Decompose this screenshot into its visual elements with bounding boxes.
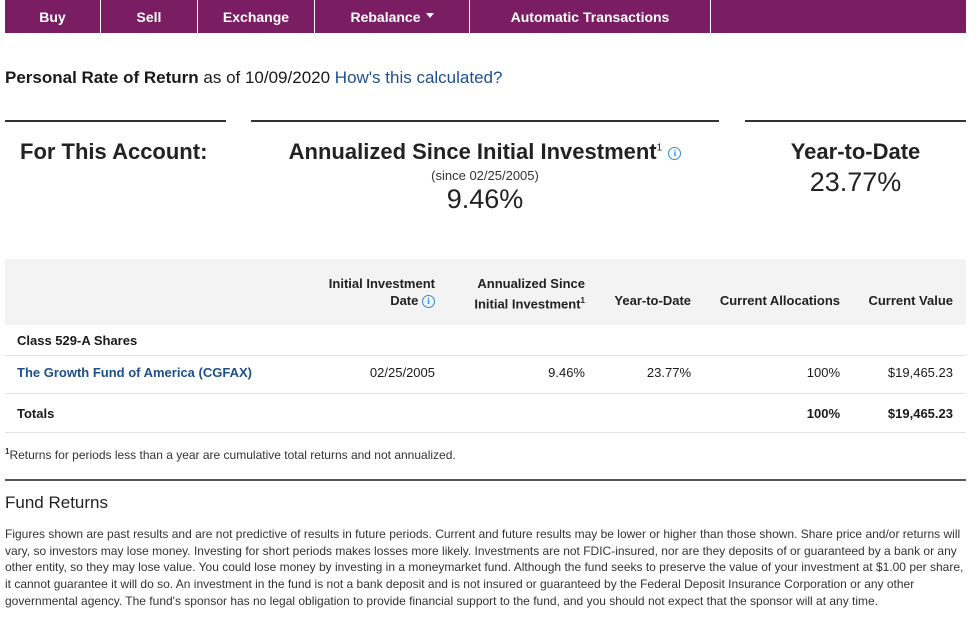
ytd-rule bbox=[745, 120, 966, 122]
fund-returns-title: Fund Returns bbox=[5, 493, 108, 512]
ytd-value: 23.77% bbox=[809, 167, 902, 197]
group-row: Class 529-A Shares bbox=[5, 333, 966, 353]
annualized-rule bbox=[251, 120, 719, 122]
col-initial-date-label: Date bbox=[390, 293, 419, 308]
section-divider bbox=[5, 479, 966, 481]
ytd-summary: Year-to-Date 23.77% bbox=[745, 139, 966, 198]
col-annualized-line2: Initial Investment1 bbox=[445, 292, 585, 312]
account-label: For This Account: bbox=[20, 139, 208, 164]
rebalance-label: Rebalance bbox=[350, 8, 421, 25]
col-initial-date: Initial Investment Date i bbox=[305, 275, 435, 309]
col-allocations: Current Allocations bbox=[719, 293, 840, 308]
fund-ytd: 23.77% bbox=[646, 365, 691, 380]
automatic-transactions-button[interactable]: Automatic Transactions bbox=[470, 0, 711, 33]
col-initial-date-line1: Initial Investment bbox=[328, 276, 435, 291]
fund-returns-disclosure: Figures shown are past results and are n… bbox=[5, 527, 964, 608]
annualized-summary: Annualized Since Initial Investment1 i (… bbox=[251, 139, 719, 215]
footnote: 1Returns for periods less than a year ar… bbox=[5, 447, 456, 462]
fund-initial-date: 02/25/2005 bbox=[369, 365, 435, 380]
exchange-label: Exchange bbox=[222, 8, 290, 25]
fund-value: $19,465.23 bbox=[887, 365, 953, 380]
ytd-title: Year-to-Date bbox=[790, 139, 921, 164]
table-header: Initial Investment Date i Annualized Sin… bbox=[5, 259, 966, 325]
buy-button[interactable]: Buy bbox=[5, 0, 101, 33]
col-annualized-label: Initial Investment bbox=[474, 296, 581, 312]
annualized-since: (since 02/25/2005) bbox=[431, 168, 539, 183]
footnote-text: Returns for periods less than a year are… bbox=[9, 448, 456, 462]
table-row: The Growth Fund of America (CGFAX) 02/25… bbox=[5, 365, 966, 385]
rebalance-dropdown[interactable]: Rebalance bbox=[315, 0, 470, 33]
info-icon[interactable]: i bbox=[422, 295, 435, 309]
rate-of-return-header: Personal Rate of Return as of 10/09/2020… bbox=[5, 68, 502, 88]
exchange-button[interactable]: Exchange bbox=[198, 0, 315, 33]
fund-link[interactable]: The Growth Fund of America (CGFAX) bbox=[17, 365, 252, 380]
col-ytd: Year-to-Date bbox=[614, 293, 691, 308]
col-annualized-line1: Annualized Since bbox=[477, 276, 585, 291]
row-separator bbox=[5, 432, 966, 433]
col-initial-date-line2: Date i bbox=[305, 292, 435, 309]
sell-label: Sell bbox=[136, 8, 162, 25]
totals-allocation: 100% bbox=[806, 406, 840, 421]
sell-button[interactable]: Sell bbox=[101, 0, 198, 33]
group-label: Class 529-A Shares bbox=[17, 333, 138, 348]
info-icon[interactable]: i bbox=[668, 146, 682, 160]
action-nav-bar: Buy Sell Exchange Rebalance Automatic Tr… bbox=[5, 0, 966, 33]
as-of-date: as of 10/09/2020 bbox=[203, 68, 331, 87]
annualized-value: 9.46% bbox=[446, 184, 524, 214]
page-title: Personal Rate of Return bbox=[5, 68, 199, 87]
account-rule bbox=[5, 120, 226, 122]
totals-row: Totals 100% $19,465.23 bbox=[5, 406, 966, 426]
footnote-marker: 1 bbox=[656, 142, 663, 154]
fund-annualized: 9.46% bbox=[548, 365, 585, 380]
buy-label: Buy bbox=[39, 8, 66, 25]
totals-label: Totals bbox=[17, 406, 55, 421]
annualized-title-row: Annualized Since Initial Investment1 i bbox=[251, 139, 719, 165]
totals-value: $19,465.23 bbox=[887, 406, 953, 421]
chevron-down-icon bbox=[425, 13, 434, 18]
how-calculated-link[interactable]: How's this calculated? bbox=[335, 68, 503, 87]
automatic-transactions-label: Automatic Transactions bbox=[510, 8, 670, 25]
annualized-title: Annualized Since Initial Investment bbox=[288, 139, 657, 164]
row-separator bbox=[5, 393, 966, 394]
col-value: Current Value bbox=[868, 293, 953, 308]
fund-allocation: 100% bbox=[806, 365, 840, 380]
col-annualized: Annualized Since Initial Investment1 bbox=[445, 275, 585, 312]
row-separator bbox=[5, 355, 966, 356]
footnote-marker: 1 bbox=[580, 296, 585, 305]
